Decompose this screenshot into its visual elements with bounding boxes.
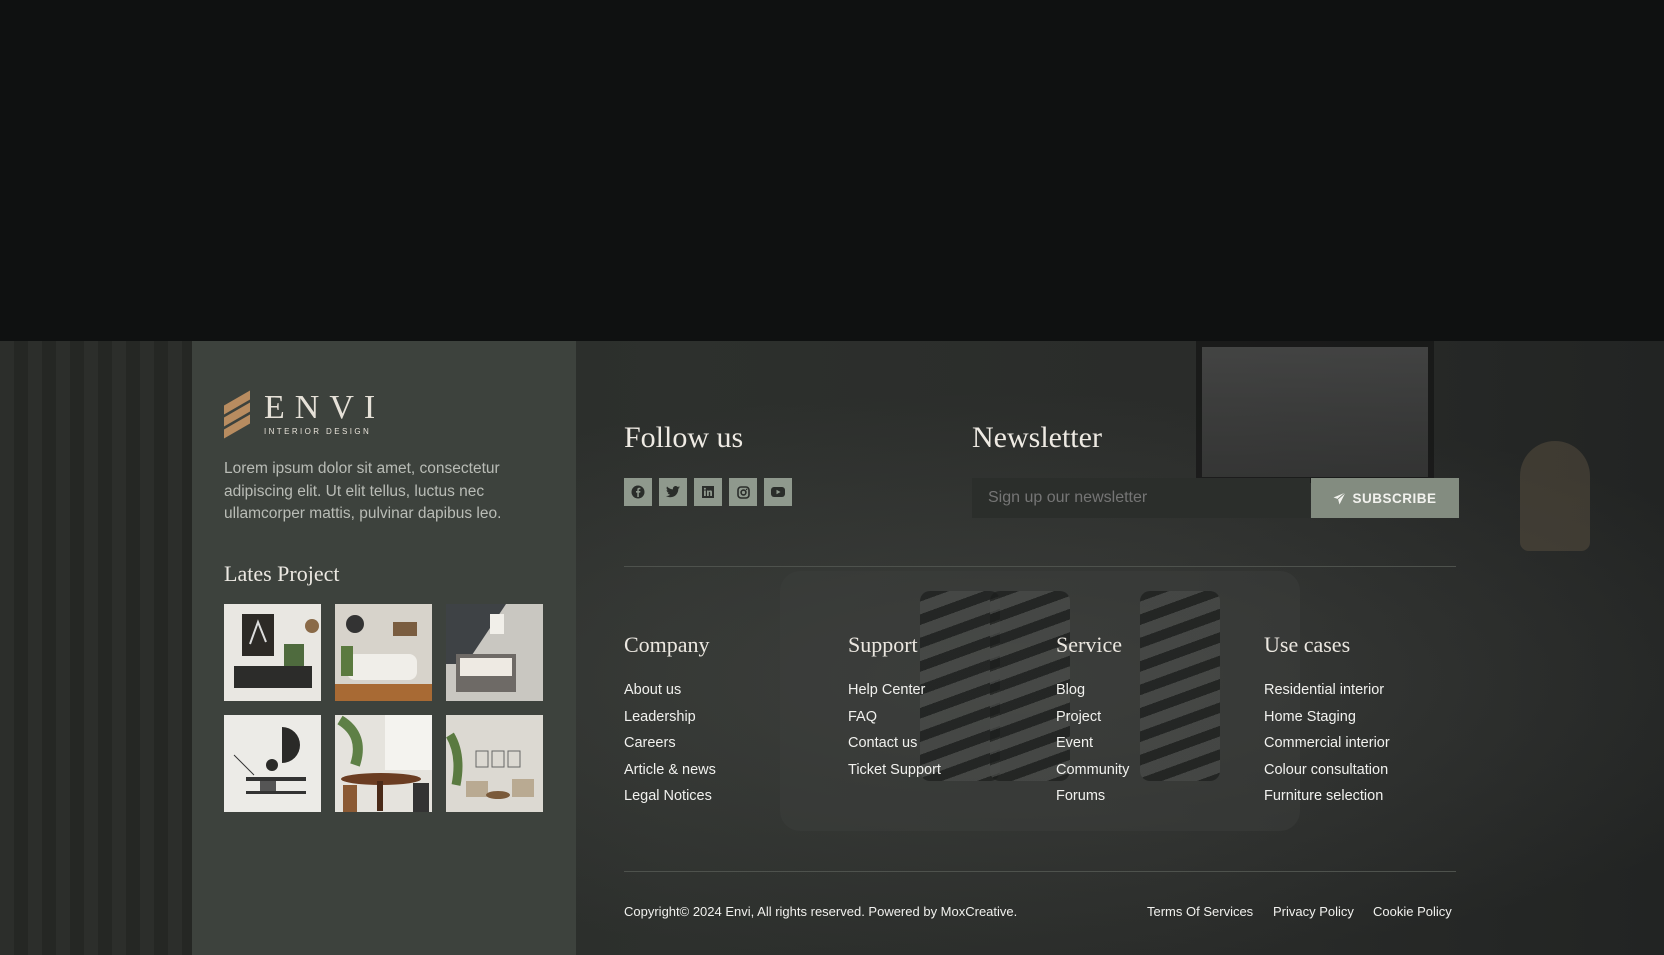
- footer-link-blog[interactable]: Blog: [1056, 681, 1129, 708]
- footer-link-about-us[interactable]: About us: [624, 681, 716, 708]
- use-cases-column-title: Use cases: [1264, 632, 1351, 657]
- footer-link-help-center[interactable]: Help Center: [848, 681, 941, 708]
- social-links: [624, 478, 792, 506]
- top-dark-section: [0, 0, 1664, 341]
- paper-plane-icon: [1333, 491, 1347, 504]
- footer-divider-bottom: [624, 871, 1456, 872]
- project-thumbnail-2[interactable]: [335, 604, 432, 701]
- newsletter-email-input[interactable]: [972, 478, 1310, 518]
- support-column-title: Support: [848, 632, 918, 657]
- brand-name: ENVI: [264, 388, 386, 426]
- footer-link-contact-us[interactable]: Contact us: [848, 734, 941, 761]
- footer-link-leadership[interactable]: Leadership: [624, 708, 716, 735]
- terms-of-services-link[interactable]: Terms Of Services: [1147, 904, 1253, 919]
- support-links: Help Center FAQ Contact us Ticket Suppor…: [848, 681, 941, 787]
- background-pillow: [1140, 591, 1220, 781]
- project-thumbnail-1[interactable]: [224, 604, 321, 701]
- footer-link-ticket-support[interactable]: Ticket Support: [848, 761, 941, 788]
- footer-link-residential-interior[interactable]: Residential interior: [1264, 681, 1390, 708]
- project-gallery: [224, 604, 543, 812]
- service-links: Blog Project Event Community Forums: [1056, 681, 1129, 814]
- brand-description: Lorem ipsum dolor sit amet, consectetur …: [224, 460, 502, 522]
- project-thumbnail-3[interactable]: [446, 604, 543, 701]
- footer-link-forums[interactable]: Forums: [1056, 787, 1129, 814]
- latest-project-title: Lates Project: [224, 561, 340, 586]
- project-thumbnail-4[interactable]: [224, 715, 321, 812]
- footer-link-event[interactable]: Event: [1056, 734, 1129, 761]
- newsletter-title: Newsletter: [972, 421, 1102, 454]
- company-links: About us Leadership Careers Article & ne…: [624, 681, 716, 814]
- copyright-text: Copyright© 2024 Envi, All rights reserve…: [624, 904, 1018, 919]
- footer-brand-panel: ENVI INTERIOR DESIGN Lorem ipsum dolor s…: [192, 341, 576, 955]
- linkedin-icon[interactable]: [694, 478, 722, 506]
- brand-logo[interactable]: ENVI INTERIOR DESIGN: [224, 388, 386, 439]
- background-curtain: [0, 341, 192, 955]
- logo-mark-icon: [224, 389, 252, 439]
- cookie-policy-link[interactable]: Cookie Policy: [1373, 904, 1452, 919]
- footer-divider-top: [624, 566, 1456, 567]
- brand-tagline: INTERIOR DESIGN: [264, 426, 372, 436]
- subscribe-label: SUBSCRIBE: [1352, 490, 1437, 506]
- footer-link-faq[interactable]: FAQ: [848, 708, 941, 735]
- privacy-policy-link[interactable]: Privacy Policy: [1273, 904, 1354, 919]
- twitter-icon[interactable]: [659, 478, 687, 506]
- footer-link-home-staging[interactable]: Home Staging: [1264, 708, 1390, 735]
- footer-link-project[interactable]: Project: [1056, 708, 1129, 735]
- project-thumbnail-6[interactable]: [446, 715, 543, 812]
- youtube-icon[interactable]: [764, 478, 792, 506]
- company-column-title: Company: [624, 632, 710, 657]
- background-vase: [1520, 441, 1590, 551]
- facebook-icon[interactable]: [624, 478, 652, 506]
- project-thumbnail-5[interactable]: [335, 715, 432, 812]
- footer-link-careers[interactable]: Careers: [624, 734, 716, 761]
- service-column-title: Service: [1056, 632, 1122, 657]
- use-cases-links: Residential interior Home Staging Commer…: [1264, 681, 1390, 814]
- instagram-icon[interactable]: [729, 478, 757, 506]
- footer-link-community[interactable]: Community: [1056, 761, 1129, 788]
- footer-link-colour-consultation[interactable]: Colour consultation: [1264, 761, 1390, 788]
- footer-link-commercial-interior[interactable]: Commercial interior: [1264, 734, 1390, 761]
- subscribe-button[interactable]: SUBSCRIBE: [1311, 478, 1459, 518]
- follow-us-title: Follow us: [624, 421, 744, 454]
- background-wall-frame: [1196, 341, 1434, 483]
- footer-link-furniture-selection[interactable]: Furniture selection: [1264, 787, 1390, 814]
- footer-link-article-news[interactable]: Article & news: [624, 761, 716, 788]
- footer-link-legal-notices[interactable]: Legal Notices: [624, 787, 716, 814]
